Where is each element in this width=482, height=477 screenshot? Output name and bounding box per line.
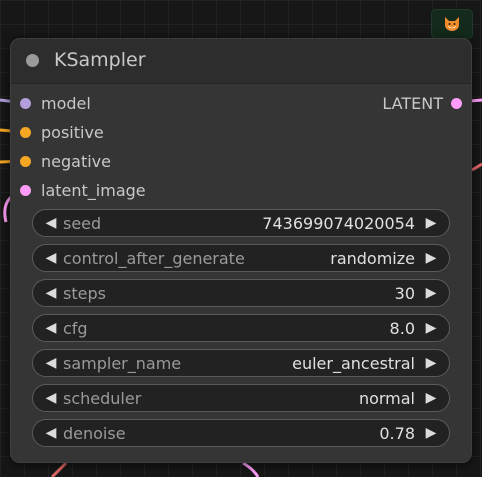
wire-bottom-pink <box>242 461 260 477</box>
widget-label: seed <box>63 213 102 233</box>
node-title: KSampler <box>54 49 146 71</box>
widget-label: scheduler <box>63 388 142 408</box>
ksampler-node[interactable]: KSampler model positive negative latent_… <box>10 38 472 463</box>
input-slot-model[interactable]: model <box>20 92 91 114</box>
widget-value[interactable]: euler_ancestral <box>292 354 415 373</box>
cfg-widget[interactable]: ◀ cfg 8.0 ▶ <box>32 314 450 342</box>
input-slot-label: negative <box>41 151 111 171</box>
increment-arrow-icon[interactable]: ▶ <box>421 215 441 231</box>
node-header[interactable]: KSampler <box>11 39 471 84</box>
widget-label: steps <box>63 283 106 303</box>
widget-value[interactable]: 0.78 <box>379 424 415 443</box>
model-slot-dot-icon[interactable] <box>20 97 31 109</box>
increment-arrow-icon[interactable]: ▶ <box>421 320 441 336</box>
decrement-arrow-icon[interactable]: ◀ <box>41 425 61 441</box>
latent-image-slot-dot-icon[interactable] <box>20 184 31 196</box>
wire-right-red <box>471 162 482 172</box>
fox-icon-badge[interactable] <box>431 9 473 39</box>
widget-value[interactable]: 8.0 <box>390 319 415 338</box>
collapse-dot-icon[interactable] <box>26 54 39 67</box>
input-slot-positive[interactable]: positive <box>20 121 104 143</box>
widget-label: denoise <box>63 423 126 443</box>
scheduler-widget[interactable]: ◀ scheduler normal ▶ <box>32 384 450 412</box>
control-after-generate-widget[interactable]: ◀ control_after_generate randomize ▶ <box>32 244 450 272</box>
decrement-arrow-icon[interactable]: ◀ <box>41 285 61 301</box>
sampler-name-widget[interactable]: ◀ sampler_name euler_ancestral ▶ <box>32 349 450 377</box>
denoise-widget[interactable]: ◀ denoise 0.78 ▶ <box>32 419 450 447</box>
decrement-arrow-icon[interactable]: ◀ <box>41 390 61 406</box>
latent-output-dot-icon[interactable] <box>451 97 462 109</box>
fox-icon <box>445 17 459 31</box>
increment-arrow-icon[interactable]: ▶ <box>421 250 441 266</box>
widget-value[interactable]: normal <box>359 389 415 408</box>
increment-arrow-icon[interactable]: ▶ <box>421 355 441 371</box>
input-slot-latent-image[interactable]: latent_image <box>20 179 146 201</box>
input-slot-label: model <box>41 93 91 113</box>
decrement-arrow-icon[interactable]: ◀ <box>41 355 61 371</box>
increment-arrow-icon[interactable]: ▶ <box>421 425 441 441</box>
wire-bottom-red <box>50 461 68 477</box>
input-slot-label: positive <box>41 122 104 142</box>
decrement-arrow-icon[interactable]: ◀ <box>41 250 61 266</box>
increment-arrow-icon[interactable]: ▶ <box>421 285 441 301</box>
widget-value[interactable]: randomize <box>330 249 415 268</box>
decrement-arrow-icon[interactable]: ◀ <box>41 215 61 231</box>
increment-arrow-icon[interactable]: ▶ <box>421 390 441 406</box>
output-slot-latent[interactable]: LATENT <box>382 92 462 114</box>
seed-widget[interactable]: ◀ seed 743699074020054 ▶ <box>32 209 450 237</box>
positive-slot-dot-icon[interactable] <box>20 126 31 138</box>
input-slot-negative[interactable]: negative <box>20 150 111 172</box>
decrement-arrow-icon[interactable]: ◀ <box>41 320 61 336</box>
negative-slot-dot-icon[interactable] <box>20 155 31 167</box>
widget-label: sampler_name <box>63 353 182 373</box>
steps-widget[interactable]: ◀ steps 30 ▶ <box>32 279 450 307</box>
input-slot-label: latent_image <box>41 180 146 200</box>
output-slot-label: LATENT <box>382 93 443 113</box>
widget-label: cfg <box>63 318 88 338</box>
widget-label: control_after_generate <box>63 248 245 268</box>
widget-value[interactable]: 30 <box>395 284 415 303</box>
widget-value[interactable]: 743699074020054 <box>262 214 415 233</box>
